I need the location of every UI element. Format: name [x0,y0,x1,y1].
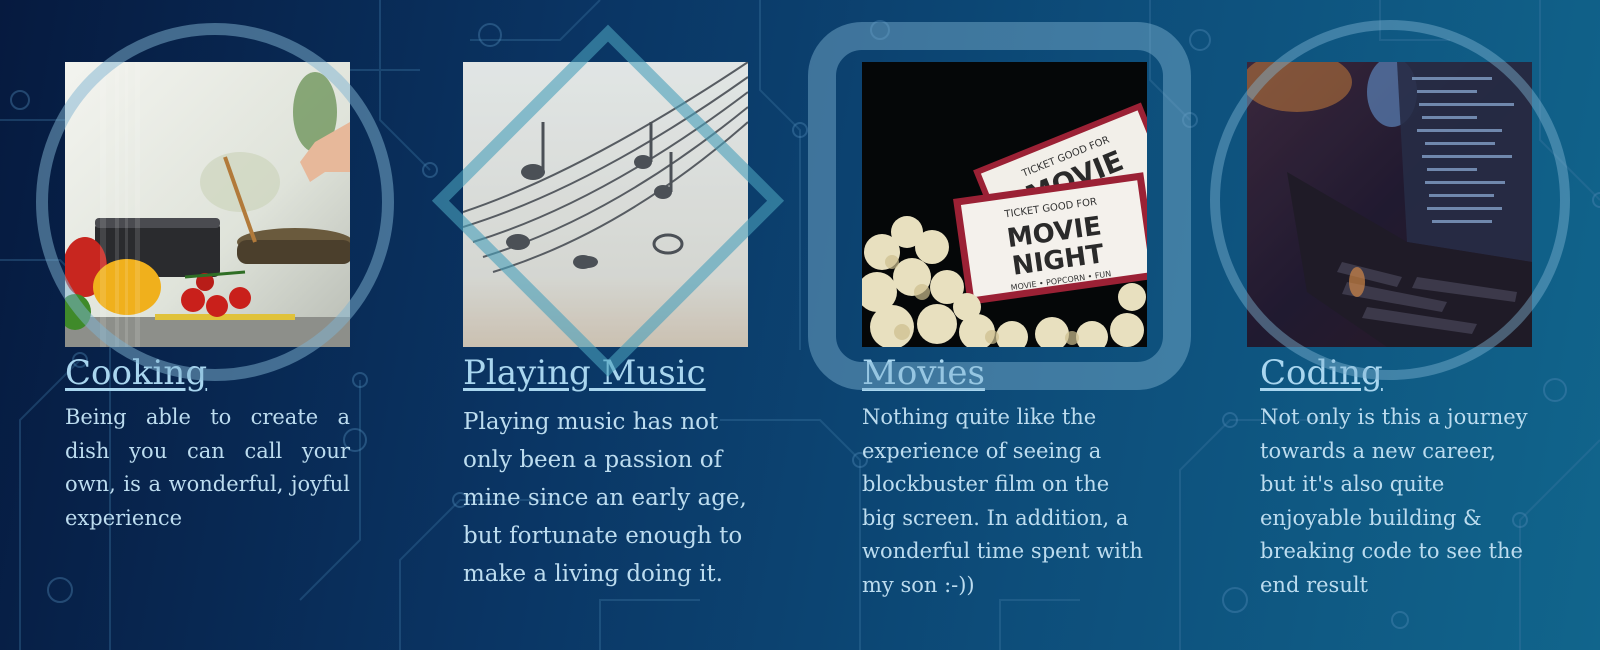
laptop-code-photo [1247,62,1532,347]
playing-music-description: Playing music has not only been a passio… [463,409,747,587]
cooking-description: Being able to create a dish you can call… [65,405,350,530]
coding-description: Not only is this a journey towards a new… [1260,405,1528,597]
movies-description: Nothing quite like the experience of see… [862,405,1143,597]
cooking-photo [65,62,350,347]
hobby-card-coding: Coding Not only is this a journey toward… [1247,62,1532,602]
hobby-card-cooking: Cooking Being able to create a dish you … [65,62,350,535]
coding-title-link[interactable]: Coding [1260,353,1532,393]
hobby-card-playing-music: Playing Music Playing music has not only… [463,62,748,593]
cooking-title-link[interactable]: Cooking [65,353,350,393]
sheet-music-photo [463,62,748,347]
hobby-card-movies: TICKET GOOD FOR MOVIE NIGHT TICKET GOOD … [862,62,1147,602]
movie-night-photo: TICKET GOOD FOR MOVIE NIGHT TICKET GOOD … [862,62,1147,347]
movies-title-link[interactable]: Movies [862,353,1147,393]
playing-music-title-link[interactable]: Playing Music [463,353,748,393]
